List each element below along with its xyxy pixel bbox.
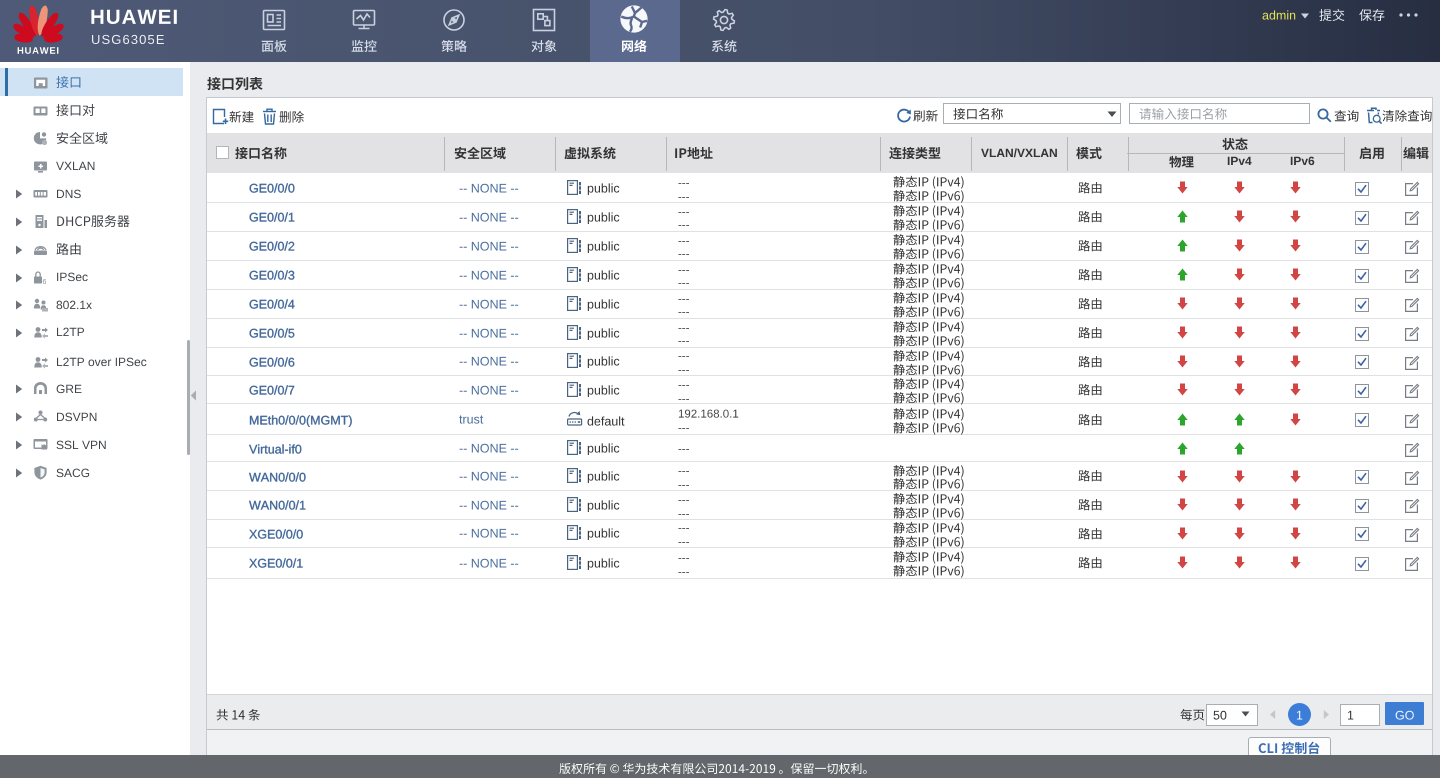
svg-text:6: 6 (43, 279, 47, 285)
